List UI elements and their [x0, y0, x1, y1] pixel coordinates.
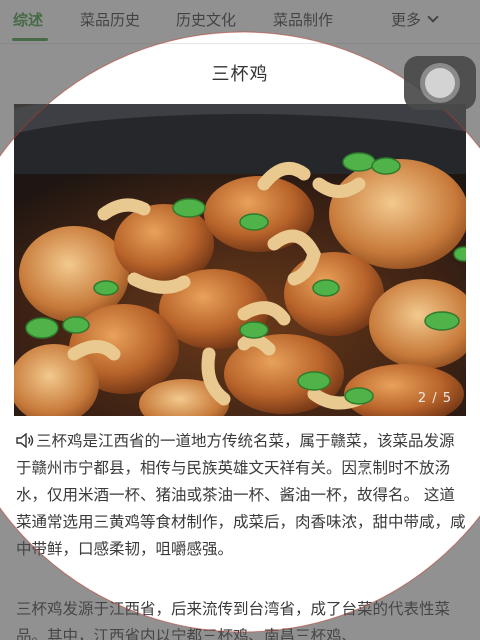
tab-dish-making[interactable]: 菜品制作: [273, 10, 333, 30]
dish-photo[interactable]: 2 / 5: [14, 104, 466, 416]
speaker-icon[interactable]: [16, 433, 34, 448]
dish-photo-illustration: [14, 104, 466, 416]
chevron-down-icon: [427, 11, 439, 23]
tab-dish-history[interactable]: 菜品历史: [80, 10, 140, 30]
image-counter: 2 / 5: [417, 391, 452, 406]
intro-paragraph: 三杯鸡是江西省的一道地方传统名菜，属于赣菜，该菜品发源于赣州市宁都县，相传与民族…: [16, 428, 468, 563]
active-tab-indicator: [12, 38, 48, 41]
tab-bar: 综述 菜品历史 历史文化 菜品制作 更多: [0, 0, 480, 44]
more-label: 更多: [391, 11, 422, 29]
intro-text: 三杯鸡是江西省的一道地方传统名菜，属于赣菜，该菜品发源于赣州市宁都县，相传与民族…: [16, 432, 466, 558]
tab-overview[interactable]: 综述: [13, 10, 43, 30]
more-button[interactable]: 更多: [391, 10, 439, 30]
assistive-touch-icon: [420, 63, 460, 103]
second-paragraph: 三杯鸡发源于江西省，后来流传到台湾省，成了台菜的代表性菜品。其中，江西省内以宁都…: [16, 600, 451, 640]
tab-history-culture[interactable]: 历史文化: [176, 10, 236, 30]
assistive-touch-button[interactable]: [404, 56, 476, 110]
